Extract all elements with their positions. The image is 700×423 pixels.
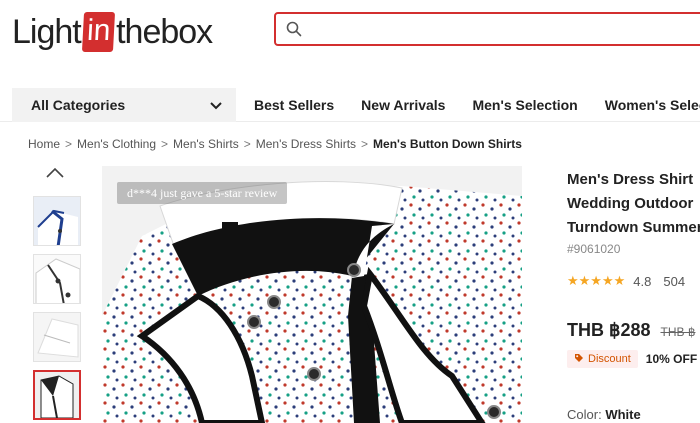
discount-badge-label: Discount [588, 353, 631, 365]
site-logo[interactable]: Light in thebox [12, 12, 213, 52]
nav-link-mens-selection[interactable]: Men's Selection [472, 97, 577, 113]
nav-link-best-sellers[interactable]: Best Sellers [254, 97, 334, 113]
discount-text: 10% OFF On [646, 352, 700, 366]
product-title-line: Wedding Outdoor [567, 195, 694, 212]
breadcrumb: Home > Men's Clothing > Men's Shirts > Men's D… [28, 137, 522, 151]
thumbnail-3[interactable] [33, 312, 81, 362]
thumbnail-2[interactable] [33, 254, 81, 304]
review-count[interactable]: 504 [663, 274, 685, 289]
main-nav: All Categories Best Sellers New Arrivals… [0, 88, 700, 122]
product-rating[interactable]: ★★★★★ 4.8 504 [567, 273, 685, 289]
original-price: THB ฿ [660, 325, 696, 339]
logo-text-in: in [81, 12, 116, 52]
breadcrumb-separator: > [65, 137, 73, 151]
price-block: THB ฿288 THB ฿ [567, 320, 695, 341]
discount-percent: 10% OFF [645, 352, 698, 366]
logo-text-light: Light [12, 12, 82, 51]
rating-score: 4.8 [633, 273, 652, 289]
search-icon[interactable] [280, 21, 308, 37]
logo-text-thebox: thebox [116, 12, 213, 51]
color-value: White [605, 407, 641, 422]
chevron-down-icon [210, 97, 222, 113]
all-categories-dropdown[interactable]: All Categories [12, 88, 236, 122]
main-product-image[interactable] [102, 166, 522, 423]
nav-link-womens-selection[interactable]: Women's Selection [605, 97, 700, 113]
thumbnail-1[interactable] [33, 196, 81, 246]
current-price: THB ฿288 [567, 320, 651, 340]
search-input[interactable] [308, 15, 700, 43]
all-categories-label: All Categories [31, 97, 126, 113]
tag-icon [574, 353, 584, 366]
thumbnail-up-button[interactable] [42, 166, 68, 184]
product-title: Men's Dress Shirt Wedding Outdoor Turndo… [567, 168, 700, 240]
breadcrumb-separator: > [161, 137, 169, 151]
discount-row: Discount 10% OFF On [567, 350, 700, 368]
breadcrumb-mens-dress-shirts[interactable]: Men's Dress Shirts [256, 137, 356, 151]
breadcrumb-current: Men's Button Down Shirts [373, 137, 522, 151]
review-toast: d***4 just gave a 5-star review [117, 182, 288, 204]
breadcrumb-home[interactable]: Home [28, 137, 60, 151]
breadcrumb-mens-clothing[interactable]: Men's Clothing [77, 137, 156, 151]
color-label: Color: [567, 407, 602, 422]
product-sku: #9061020 [567, 242, 621, 256]
chevron-up-icon [45, 166, 65, 184]
product-title-line: Turndown Summer [567, 219, 700, 236]
discount-badge[interactable]: Discount [567, 350, 638, 368]
nav-link-new-arrivals[interactable]: New Arrivals [361, 97, 445, 113]
color-selector-label: Color: White [567, 407, 641, 422]
breadcrumb-mens-shirts[interactable]: Men's Shirts [173, 137, 239, 151]
breadcrumb-separator: > [361, 137, 369, 151]
star-rating-icon: ★★★★★ [567, 273, 626, 288]
breadcrumb-separator: > [243, 137, 251, 151]
product-title-line: Men's Dress Shirt [567, 171, 694, 188]
thumbnail-4-active[interactable] [33, 370, 81, 420]
search-bar[interactable] [274, 12, 700, 46]
